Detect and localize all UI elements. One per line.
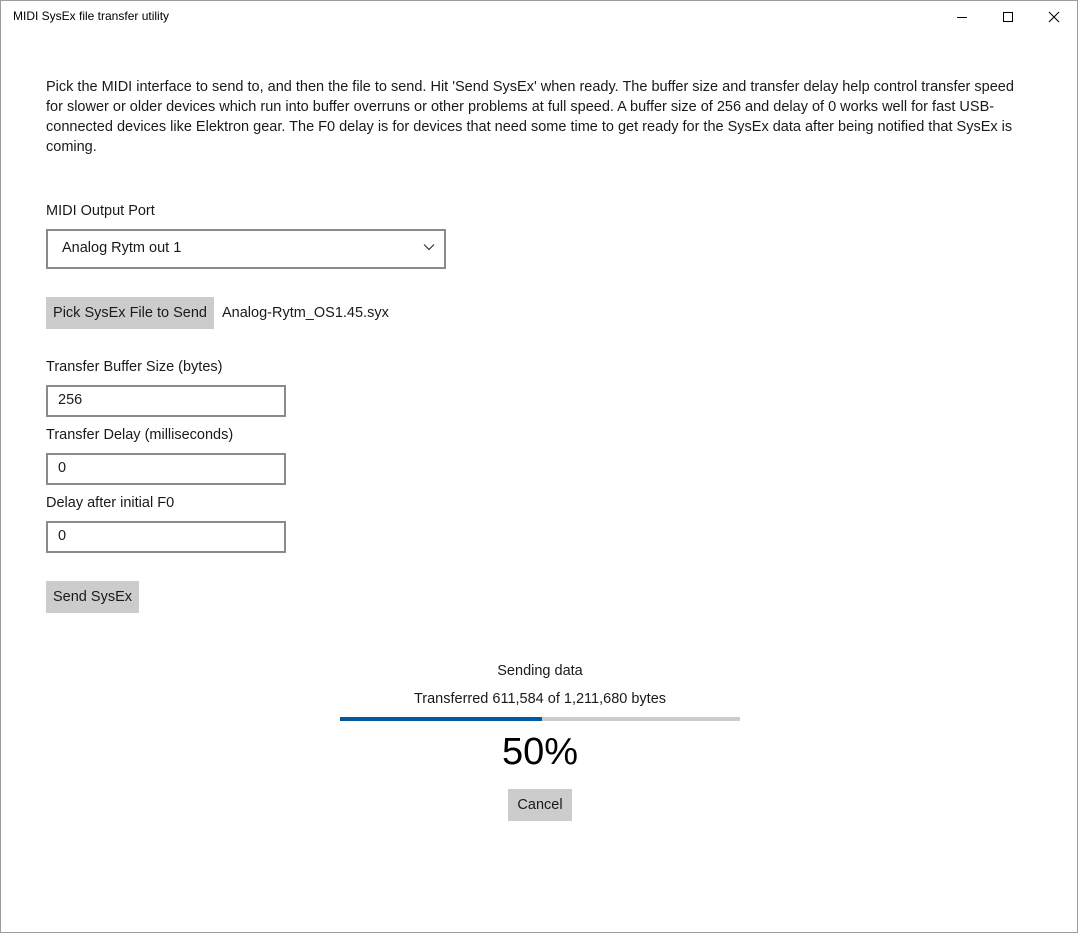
midi-output-dropdown[interactable]: Analog Rytm out 1 [46,229,446,269]
chevron-down-icon [423,244,435,251]
maximize-button[interactable] [985,1,1031,32]
instructions-text: Pick the MIDI interface to send to, and … [46,79,1014,155]
minimize-icon [957,16,967,18]
f0-delay-label: Delay after initial F0 [46,495,175,511]
buffer-size-label: Transfer Buffer Size (bytes) [46,359,223,375]
transfer-delay-input[interactable]: 0 [46,453,286,485]
pick-file-button[interactable]: Pick SysEx File to Send [46,297,214,329]
progress-percent: 50% [501,731,579,773]
f0-delay-input[interactable]: 0 [46,521,286,553]
maximize-icon [1003,11,1013,22]
close-button[interactable] [1031,1,1077,32]
cancel-button[interactable]: Cancel [508,789,572,821]
app-window: MIDI SysEx file transfer utility Pick th… [0,0,1078,933]
transfer-delay-value: 0 [58,460,67,476]
window-title: MIDI SysEx file transfer utility [13,9,170,23]
send-sysex-button[interactable]: Send SysEx [46,581,139,613]
progress-bar [340,717,740,721]
minimize-button[interactable] [939,1,985,32]
progress-status: Sending data [497,663,583,679]
buffer-size-value: 256 [58,392,83,408]
f0-delay-value: 0 [58,528,67,544]
progress-detail: Transferred 611,584 of 1,211,680 bytes [413,691,667,707]
close-icon [1048,11,1060,22]
progress-bar-fill [340,717,542,721]
midi-output-label: MIDI Output Port [46,203,155,219]
buffer-size-input[interactable]: 256 [46,385,286,417]
selected-file-name: Analog-Rytm_OS1.45.syx [222,305,389,321]
title-bar[interactable]: MIDI SysEx file transfer utility [1,1,1077,32]
midi-output-selected: Analog Rytm out 1 [62,240,182,256]
transfer-delay-label: Transfer Delay (milliseconds) [46,427,234,443]
